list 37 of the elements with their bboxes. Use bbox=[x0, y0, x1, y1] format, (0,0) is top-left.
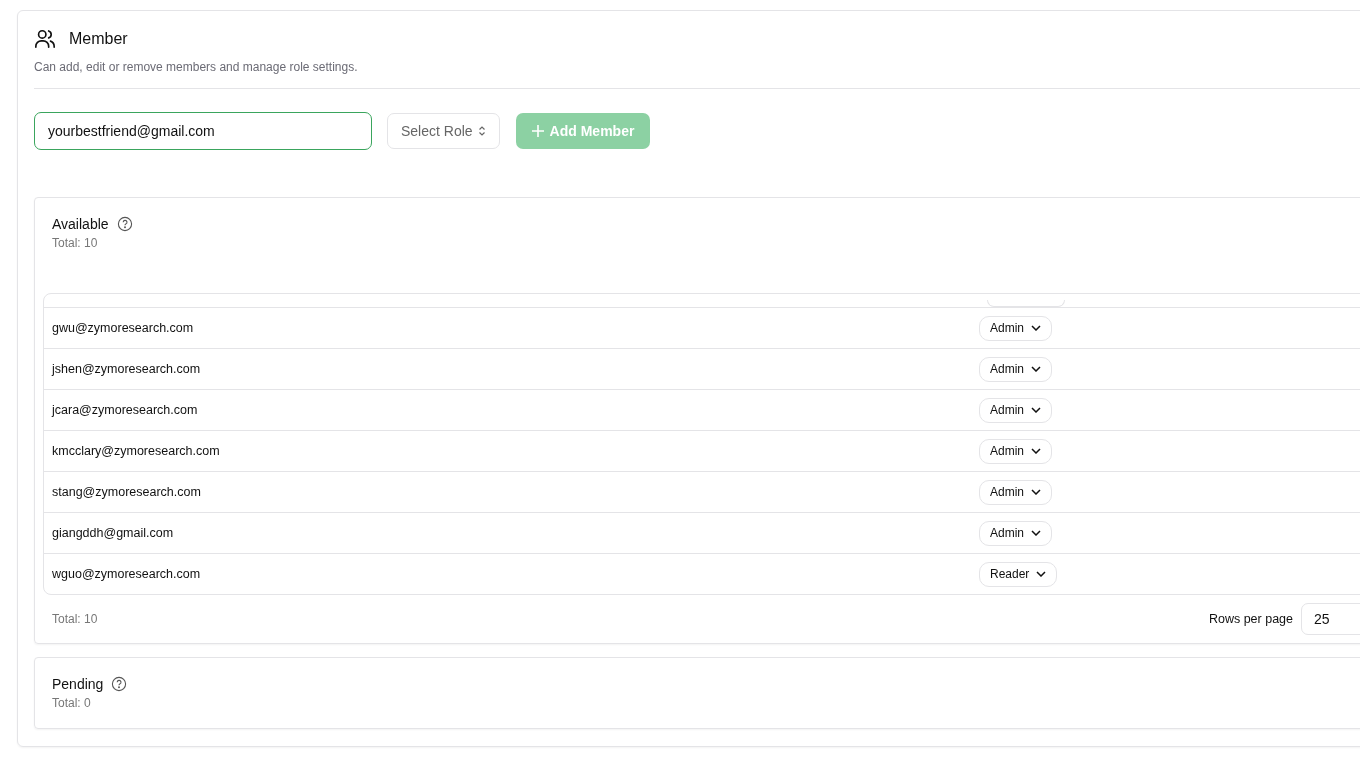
plus-icon bbox=[531, 125, 544, 137]
role-select[interactable]: Select Role bbox=[387, 113, 500, 149]
panel-title: Pending bbox=[52, 676, 104, 692]
email-cell-text: stang@zymoresearch.com bbox=[52, 485, 202, 499]
role-dropdown[interactable]: Reader bbox=[979, 561, 1058, 587]
total-count: Total: 10 bbox=[51, 236, 99, 250]
total-count: Total: 0 bbox=[51, 696, 92, 710]
users-icon bbox=[34, 28, 56, 50]
section-description: Can add, edit or remove members and manage role settings. bbox=[34, 60, 359, 74]
section-title: Member bbox=[69, 30, 128, 48]
chevron-down-icon bbox=[1031, 366, 1041, 372]
sort-icon bbox=[477, 126, 486, 136]
help-icon bbox=[111, 676, 128, 692]
chevron-down-icon bbox=[1031, 489, 1041, 495]
email-cell-text: kmcclary@zymoresearch.com bbox=[52, 444, 221, 458]
footer-total: Total: 10 bbox=[51, 612, 99, 626]
email-cell-text: jcara@zymoresearch.com bbox=[52, 403, 199, 417]
role-dropdown[interactable]: Admin bbox=[979, 315, 1052, 341]
chevron-down-icon bbox=[1031, 407, 1041, 413]
panel-title: Available bbox=[52, 216, 109, 232]
email-input[interactable]: yourbestfriend@gmail.com bbox=[34, 112, 372, 150]
help-icon bbox=[116, 216, 133, 232]
chevron-down-icon bbox=[1031, 530, 1041, 536]
email-cell-text: jshen@zymoresearch.com bbox=[52, 362, 202, 376]
rows-per-page-select[interactable]: 25 bbox=[1301, 603, 1360, 635]
role-dropdown[interactable]: Admin bbox=[979, 479, 1052, 505]
role-dropdown[interactable]: Admin bbox=[979, 356, 1052, 382]
role-dropdown[interactable]: Admin bbox=[979, 438, 1052, 464]
role-dropdown[interactable]: Admin bbox=[979, 397, 1052, 423]
email-cell-text: giangddh@gmail.com bbox=[52, 526, 175, 540]
chevron-down-icon bbox=[1031, 448, 1041, 454]
rows-per-page-label: Rows per page bbox=[1208, 612, 1293, 626]
role-dropdown[interactable]: Admin bbox=[979, 520, 1052, 546]
chevron-down-icon bbox=[1036, 571, 1047, 577]
email-cell-text: gwu@zymoresearch.com bbox=[52, 321, 195, 335]
email-cell-text: wguo@zymoresearch.com bbox=[52, 567, 202, 581]
chevron-down-icon bbox=[1031, 325, 1041, 331]
